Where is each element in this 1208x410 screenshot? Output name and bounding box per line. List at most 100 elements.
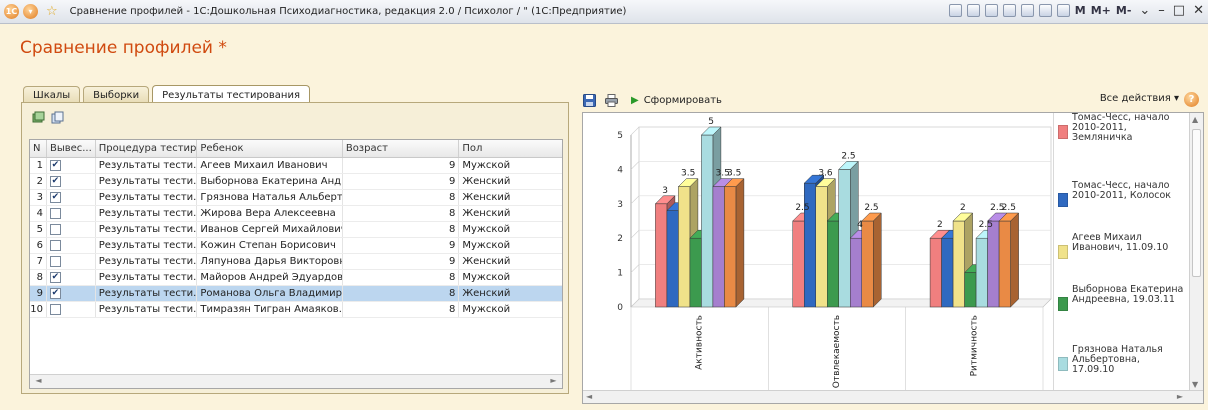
- table-row[interactable]: 3 ✔ Результаты тести... Грязнова Наталья Ал…: [30, 190, 562, 206]
- table-body: 1 ✔ Результаты тести... Агеев Михаил Иванов…: [30, 158, 562, 318]
- floppy-disk-icon[interactable]: [583, 93, 596, 107]
- cell-show-checkbox: [47, 222, 96, 237]
- show-checkbox[interactable]: [49, 224, 61, 235]
- all-actions-menu[interactable]: Все действия ▾: [1100, 93, 1179, 104]
- show-checkbox[interactable]: [49, 304, 61, 315]
- calculator-icon[interactable]: [1038, 4, 1052, 17]
- cell-gender: Мужской: [462, 240, 511, 251]
- chart-bar: [827, 220, 839, 308]
- cell-procedure: Результаты тести...: [96, 206, 198, 221]
- show-checkbox[interactable]: ✔: [49, 160, 61, 171]
- printer-icon[interactable]: [605, 93, 618, 107]
- col-header-child[interactable]: Ребенок: [197, 140, 343, 157]
- show-checkbox[interactable]: [49, 240, 61, 251]
- chart-bar: [815, 186, 828, 308]
- table-row[interactable]: 1 ✔ Результаты тести... Агеев Михаил Иванов…: [30, 158, 562, 174]
- col-header-procedure[interactable]: Процедура тестир...: [96, 140, 198, 157]
- memory-button-m-minus[interactable]: M-: [1116, 4, 1132, 17]
- table-row[interactable]: 4 Результаты тести... Жирова Вера Алексеев…: [30, 206, 562, 222]
- memory-button-m[interactable]: M: [1075, 4, 1086, 17]
- cell-child: Грязнова Наталья Альберт...: [197, 190, 343, 205]
- preview-icon[interactable]: [984, 4, 998, 17]
- cell-gender: Мужской: [462, 272, 511, 283]
- legend-item: Грязнова Наталья Альбертовна, 17.09.10: [1058, 345, 1184, 375]
- scroll-right-icon[interactable]: ►: [547, 376, 560, 387]
- cell-procedure: Результаты тести...: [96, 238, 198, 253]
- show-checkbox[interactable]: ✔: [49, 272, 61, 283]
- scroll-up-icon[interactable]: ▲: [1192, 115, 1198, 124]
- close-icon[interactable]: ✕: [1193, 3, 1204, 18]
- cell-n: 2: [30, 174, 47, 189]
- col-header-n[interactable]: N: [30, 140, 47, 157]
- show-checkbox[interactable]: ✔: [49, 288, 61, 299]
- cell-n: 10: [30, 302, 47, 317]
- show-checkbox[interactable]: ✔: [49, 176, 61, 187]
- chart-horizontal-scrollbar[interactable]: ◄ ►: [583, 390, 1203, 403]
- play-icon[interactable]: ▶: [631, 95, 639, 106]
- show-checkbox[interactable]: ✔: [49, 192, 61, 203]
- calendar-icon[interactable]: [1056, 4, 1070, 17]
- table-row[interactable]: 10 Результаты тести... Тимразян Тигран Ама…: [30, 302, 562, 318]
- cell-show-checkbox: ✔: [47, 174, 96, 189]
- chart-bar: [804, 182, 816, 308]
- memory-button-m-plus[interactable]: M+: [1091, 4, 1111, 17]
- minimize-icon[interactable]: –: [1158, 3, 1165, 18]
- chart-bar: [929, 237, 942, 308]
- table-row[interactable]: 6 Результаты тести... Кожин Степан Борисов…: [30, 238, 562, 254]
- chart-data-label: 2.5: [795, 203, 809, 213]
- print-icon[interactable]: [966, 4, 980, 17]
- maximize-icon[interactable]: □: [1173, 3, 1185, 18]
- cell-show-checkbox: [47, 254, 96, 269]
- chart-y-tick-label: 0: [617, 303, 623, 313]
- save-icon[interactable]: [948, 4, 962, 17]
- tab-scales[interactable]: Шкалы: [23, 86, 81, 103]
- history-icon[interactable]: [1020, 4, 1034, 17]
- window-title: Сравнение профилей - 1С:Дошкольная Психо…: [69, 6, 627, 17]
- chart-scroll-left-icon[interactable]: ◄: [586, 392, 592, 401]
- chart-y-tick-label: 4: [617, 165, 623, 175]
- chart-bar: [964, 272, 977, 308]
- app-logo-icon[interactable]: 1С: [4, 4, 19, 19]
- chart-bar-side: [735, 177, 745, 308]
- chart-bar: [838, 169, 851, 308]
- table-row[interactable]: 7 Результаты тести... Ляпунова Дарья Викто…: [30, 254, 562, 270]
- dropdown-arrow-icon[interactable]: ⌄: [1139, 3, 1150, 18]
- copy-icon[interactable]: [51, 111, 64, 124]
- generate-button[interactable]: Сформировать: [644, 95, 722, 106]
- chart-scroll-right-icon[interactable]: ►: [1177, 392, 1183, 401]
- tab-samples[interactable]: Выборки: [83, 86, 150, 103]
- show-checkbox[interactable]: [49, 208, 61, 219]
- chart-bar: [952, 220, 965, 308]
- favorites-star-icon[interactable]: ☆: [46, 4, 58, 19]
- table-row[interactable]: 9 ✔ Результаты тести... Романова Ольга Влад…: [30, 286, 562, 302]
- legend-scroll-thumb[interactable]: [1192, 129, 1201, 277]
- table-horizontal-scrollbar[interactable]: ◄ ►: [30, 374, 562, 388]
- show-checkbox[interactable]: [49, 256, 61, 267]
- chart-area: 0 1 2 3 4 5 3 3.5 5 3.5 3.5 Активность 2.5 3.6 2.5 4 2.5…: [582, 112, 1204, 404]
- table-row[interactable]: 5 Результаты тести... Иванов Сергей Михайл…: [30, 222, 562, 238]
- cell-n: 3: [30, 190, 47, 205]
- favorites-icon[interactable]: [1002, 4, 1016, 17]
- question-icon[interactable]: ?: [1184, 92, 1199, 107]
- table-row[interactable]: 2 ✔ Результаты тести... Выборнова Екатерина…: [30, 174, 562, 190]
- menu-dropdown-icon[interactable]: ▾: [23, 4, 38, 19]
- scroll-left-icon[interactable]: ◄: [32, 376, 45, 387]
- scroll-down-icon[interactable]: ▼: [1192, 380, 1198, 389]
- chart-data-label: 4: [857, 220, 863, 230]
- legend-item: Выборнова Екатерина Андреевна, 19.03.11: [1058, 285, 1184, 311]
- col-header-gender[interactable]: Пол: [459, 140, 562, 157]
- add-rows-icon[interactable]: [32, 111, 45, 124]
- legend-label: Томас-Чесс, начало 2010-2011, Земляничка: [1072, 113, 1170, 143]
- tab-bar: Шкалы Выборки Результаты тестирования: [23, 84, 313, 104]
- table-row[interactable]: 8 ✔ Результаты тести... Майоров Андрей Эдуа…: [30, 270, 562, 286]
- chart-data-label: 2: [960, 203, 966, 213]
- legend-vertical-scrollbar[interactable]: ▲ ▼: [1189, 113, 1203, 391]
- cell-n: 7: [30, 254, 47, 269]
- cell-age: 9: [343, 174, 460, 189]
- bar-chart: 01234533.553.53.5Активность2.53.62.542.5…: [617, 117, 1052, 391]
- col-header-show[interactable]: Вывес...: [47, 140, 96, 157]
- col-header-age[interactable]: Возраст: [343, 140, 460, 157]
- chart-data-label: 5: [708, 117, 714, 127]
- chart-bar: [678, 186, 691, 308]
- cell-child: Тимразян Тигран Амаяков...: [197, 302, 343, 317]
